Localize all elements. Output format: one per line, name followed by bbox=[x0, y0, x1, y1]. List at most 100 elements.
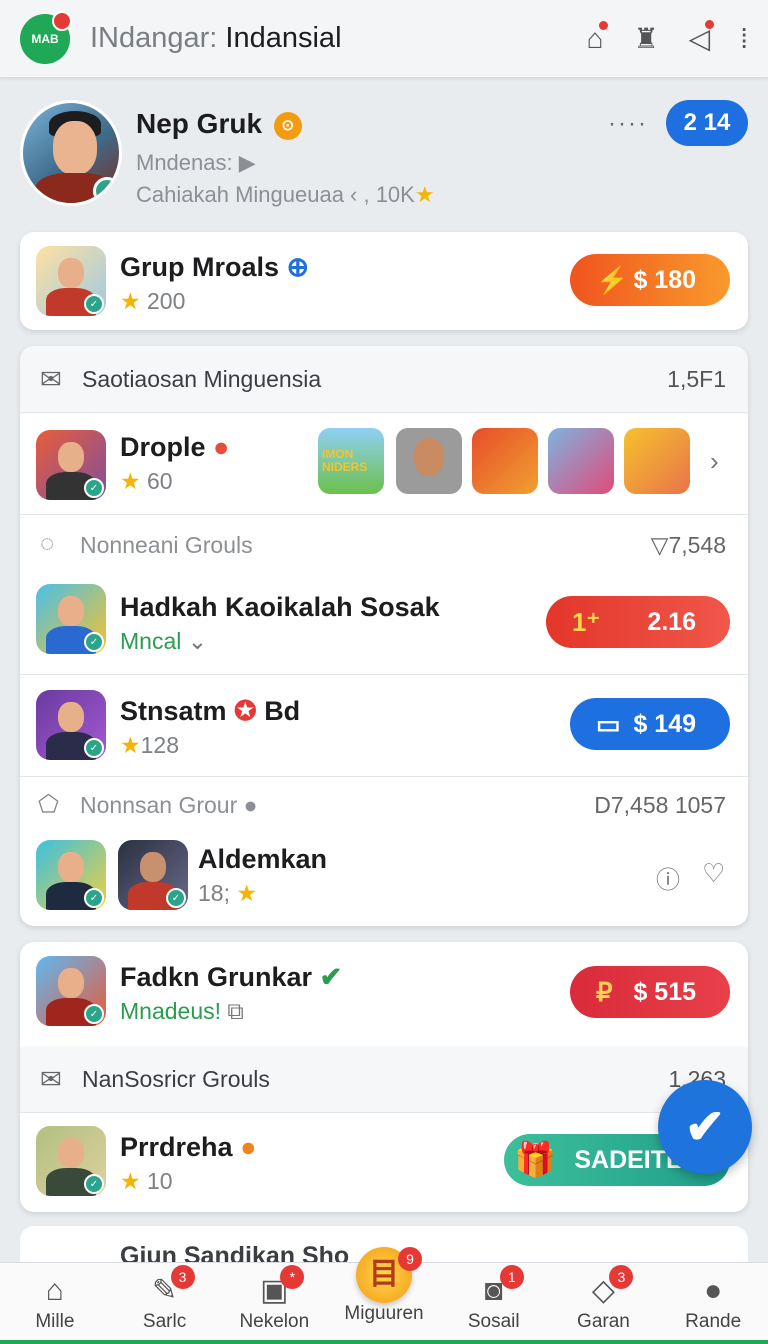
nav-item-nekelon[interactable]: ▣ * Nekelon bbox=[219, 1263, 329, 1344]
section-count: 1,5F1 bbox=[667, 366, 726, 392]
home-icon[interactable]: ⌂ bbox=[587, 20, 608, 55]
badge-icon: ✪ bbox=[234, 696, 257, 726]
confirm-fab-button[interactable]: ✔ bbox=[658, 1080, 752, 1174]
share-icon[interactable]: ◁ bbox=[689, 20, 715, 55]
price-button[interactable]: ₽ $ 515 bbox=[570, 966, 730, 1018]
user-icon: ● bbox=[704, 1274, 723, 1307]
heart-icon[interactable]: ♡ bbox=[702, 858, 725, 889]
check-circle-icon: ✔ bbox=[319, 962, 343, 992]
price-button[interactable]: 1⁺ 2.16 bbox=[546, 596, 730, 648]
info-icon[interactable]: ⓘ bbox=[656, 860, 680, 895]
star-icon: ★ bbox=[120, 468, 141, 494]
group-subtitle: Mncal ⌄ bbox=[120, 628, 208, 654]
group-thumbnail: ✓ bbox=[36, 690, 106, 760]
nav-item-social[interactable]: ◙ 1 Sosail bbox=[439, 1263, 549, 1344]
group-thumbnail: ✓ bbox=[36, 956, 106, 1026]
group-thumbnail: ✓ bbox=[36, 246, 106, 316]
subsection-count: D7,458 1057 bbox=[594, 792, 726, 818]
notification-badge: 9 bbox=[398, 1247, 423, 1271]
price-button[interactable]: ▭ $ 149 bbox=[570, 698, 730, 750]
app-logo-text: MAB bbox=[31, 31, 59, 46]
notification-badge: 3 bbox=[170, 1265, 195, 1289]
group-thumbnail: ✓ bbox=[36, 430, 106, 500]
profile-name: Nep Gruk ⊙ bbox=[136, 108, 302, 140]
nav-item-home[interactable]: ⌂ Mille bbox=[0, 1263, 110, 1344]
app-title-prefix: INdangar: bbox=[90, 22, 218, 54]
group-rating: ★128 bbox=[120, 732, 179, 758]
group-title: Drople ● bbox=[120, 432, 230, 462]
group-title: Prrdreha ● bbox=[120, 1132, 257, 1162]
video-icon: ▶ bbox=[238, 150, 256, 175]
verified-icon: ✓ bbox=[93, 177, 119, 203]
section-title: NanSosricr Grouls bbox=[82, 1066, 270, 1092]
section-header: ✉ NanSosricr Grouls 1,263 bbox=[20, 1046, 748, 1112]
group-rating: ★ 200 bbox=[120, 288, 186, 314]
badge-icon: ⊙ bbox=[273, 112, 302, 140]
heart-badge-icon: ● bbox=[213, 432, 230, 462]
notification-badge: * bbox=[280, 1265, 305, 1289]
list-item[interactable]: ✓ Drople ● ★ 60 IMON NIDERS › bbox=[20, 412, 748, 514]
groups-list-card: ✓ Fadkn Grunkar ✔ Mnadeus! ⧉ ₽ $ 515 ✉ Na… bbox=[20, 942, 748, 1212]
group-card-mroals[interactable]: ✓ Grup Mroals ⊕ ★ 200 ⚡ $ 180 bbox=[20, 232, 748, 330]
nav-item-garan[interactable]: ◇ 3 Garan bbox=[549, 1263, 659, 1344]
group-title: Hadkah Kaoikalah Sosak bbox=[120, 592, 440, 622]
group-subtitle: Mnadeus! ⧉ bbox=[120, 998, 244, 1024]
app-bar: MAB INdangar: Indansial ⌂ ♜ ◁ ⁞ bbox=[0, 0, 768, 78]
list-item[interactable]: ✓ Prrdreha ● ★ 10 🎁 SADEITL bbox=[20, 1112, 748, 1212]
list-item[interactable]: ✓ ✓ Aldemkan 18; ★ ⓘ ♡ bbox=[20, 834, 748, 926]
group-thumbnail: ✓ bbox=[36, 584, 106, 654]
group-title: Fadkn Grunkar ✔ bbox=[120, 962, 343, 992]
game-thumbnail[interactable] bbox=[472, 428, 538, 494]
group-rating: ★ 10 bbox=[120, 1168, 173, 1194]
section-header: ✉ Saotiaosan Minguensia 1,5F1 bbox=[20, 346, 748, 412]
list-item[interactable]: ✓ Fadkn Grunkar ✔ Mnadeus! ⧉ ₽ $ 515 bbox=[20, 942, 748, 1046]
profile-header: ✓ Nep Gruk ⊙ Mndenas: ▶ Cahiakah Mingueu… bbox=[20, 100, 748, 212]
game-thumbnail[interactable] bbox=[624, 428, 690, 494]
notification-badge: 1 bbox=[499, 1265, 524, 1289]
more-horizontal-icon[interactable]: ···· bbox=[608, 110, 648, 138]
bulb-icon: ● bbox=[240, 1132, 257, 1162]
tools-icon[interactable]: ♜ bbox=[634, 22, 659, 55]
profile-subtitle: Mndenas: ▶ bbox=[136, 150, 256, 175]
chevron-right-icon[interactable]: › bbox=[710, 446, 719, 477]
list-item[interactable]: ✓ Hadkah Kaoikalah Sosak Mncal ⌄ 1⁺ 2.16 bbox=[20, 576, 748, 672]
avatar[interactable]: ✓ bbox=[20, 100, 122, 206]
list-item[interactable]: ✓ Stnsatm ✪ Bd ★128 ▭ $ 149 bbox=[20, 676, 748, 774]
more-vertical-icon[interactable]: ⁞ bbox=[740, 23, 748, 55]
game-title: IMON NIDERS bbox=[322, 447, 368, 474]
gift-icon: 🎁 bbox=[514, 1141, 557, 1179]
boost-icon: 1⁺ bbox=[572, 606, 601, 637]
bottom-nav: ⌂ Mille ✎ 3 Sarlc ▣ * Nekelon 目 9 Miguur… bbox=[0, 1247, 768, 1344]
app-logo[interactable]: MAB bbox=[20, 10, 72, 64]
plus-icon: ⊕ bbox=[286, 252, 310, 282]
mail-icon: ✉ bbox=[40, 1064, 62, 1094]
location-icon: ● bbox=[243, 792, 258, 818]
notification-dot bbox=[52, 10, 72, 31]
nav-item-center[interactable]: 目 9 Miguuren bbox=[329, 1247, 439, 1344]
group-thumbnail: ✓ bbox=[36, 1126, 106, 1196]
star-icon: ★ bbox=[414, 182, 435, 207]
price-button[interactable]: ⚡ $ 180 bbox=[570, 254, 730, 306]
tag-icon: ▽ bbox=[650, 532, 669, 558]
app-title-main: Indansial bbox=[225, 22, 342, 54]
chat-icon: ◌ bbox=[40, 530, 55, 557]
chevron-down-icon[interactable]: ⌄ bbox=[188, 628, 207, 654]
group-rating: ★ 60 bbox=[120, 468, 173, 494]
star-icon: ★ bbox=[236, 880, 257, 906]
game-thumbnail[interactable] bbox=[396, 428, 462, 494]
game-thumbnail[interactable] bbox=[548, 428, 614, 494]
group-rating: 18; ★ bbox=[198, 880, 257, 906]
section-title: Saotiaosan Minguensia bbox=[82, 366, 322, 392]
profile-badge-button[interactable]: 2 14 bbox=[666, 100, 748, 146]
star-icon: ★ bbox=[120, 288, 141, 314]
game-thumbnail[interactable]: IMON NIDERS bbox=[318, 428, 384, 494]
nav-indicator bbox=[0, 1340, 768, 1344]
top-actions: ⌂ ♜ ◁ ⁞ bbox=[587, 20, 748, 55]
subsection-count: ▽7,548 bbox=[650, 532, 726, 558]
nav-item-search[interactable]: ✎ 3 Sarlc bbox=[110, 1263, 220, 1344]
nav-item-profile[interactable]: ● Rande bbox=[658, 1263, 768, 1344]
star-icon: ★ bbox=[120, 1168, 141, 1194]
group-title: Grup Mroals ⊕ bbox=[120, 252, 310, 282]
coin-icon: ₽ bbox=[596, 976, 613, 1007]
subsection-title: Nonnsan Grour ● bbox=[80, 792, 258, 818]
